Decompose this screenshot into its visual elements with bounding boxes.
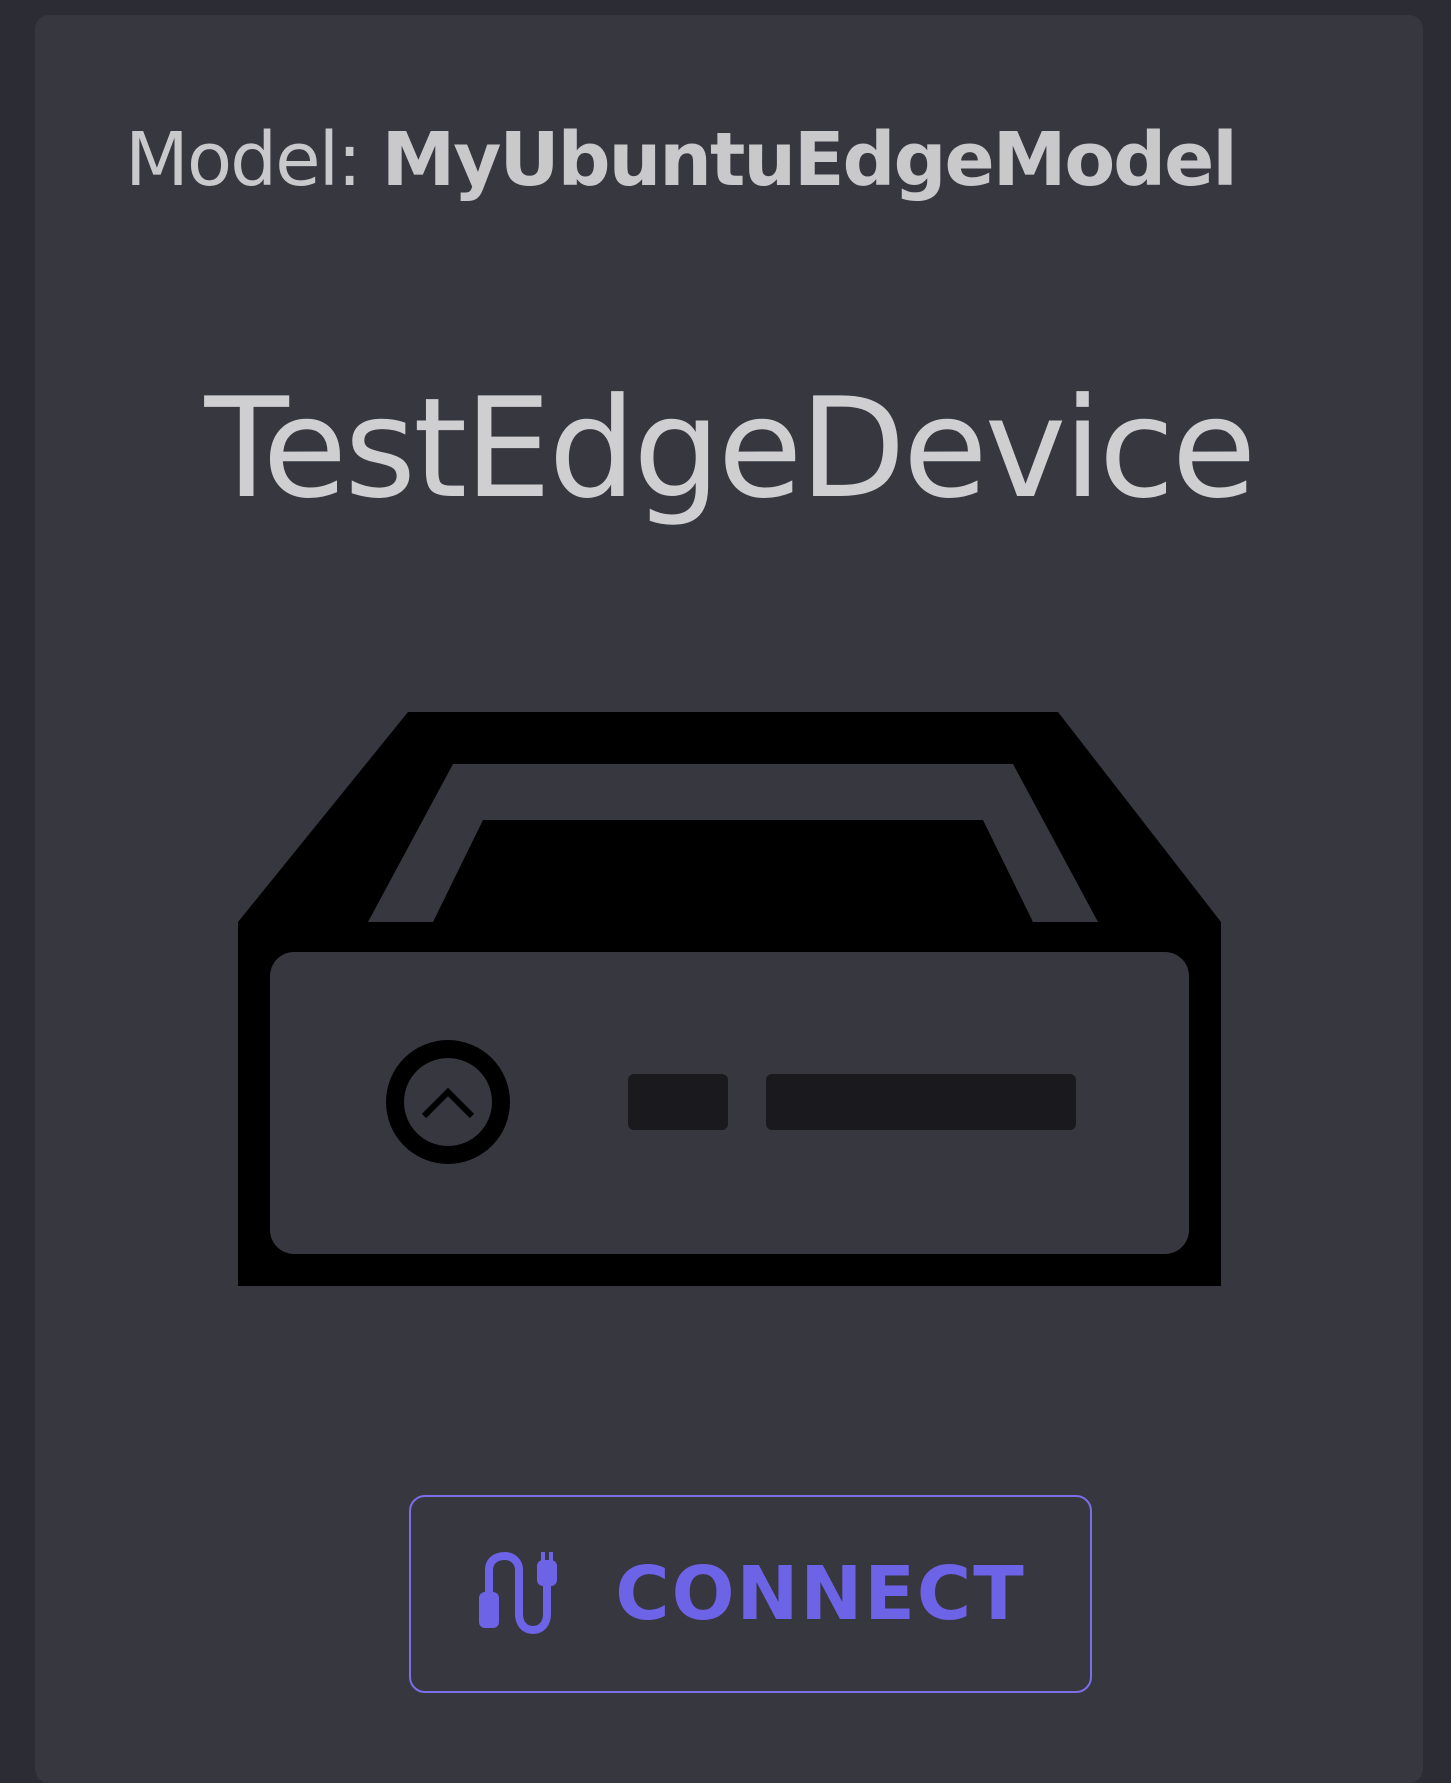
indicator-small — [628, 1074, 728, 1130]
model-value: MyUbuntuEdgeModel — [381, 117, 1238, 203]
edge-device-icon — [238, 712, 1221, 1286]
device-slot — [433, 820, 1033, 922]
device-card: Model: MyUbuntuEdgeModel TestEdgeDevice … — [35, 15, 1423, 1783]
indicator-large — [766, 1074, 1076, 1130]
connect-label: CONNECT — [615, 1551, 1026, 1637]
device-name: TestEdgeDevice — [204, 368, 1257, 529]
connect-cable-icon — [479, 1552, 558, 1635]
connect-button[interactable]: CONNECT — [409, 1495, 1092, 1693]
power-button-inner — [404, 1058, 492, 1146]
model-label: Model: — [125, 117, 362, 203]
model-line: Model: MyUbuntuEdgeModel — [125, 123, 1238, 197]
